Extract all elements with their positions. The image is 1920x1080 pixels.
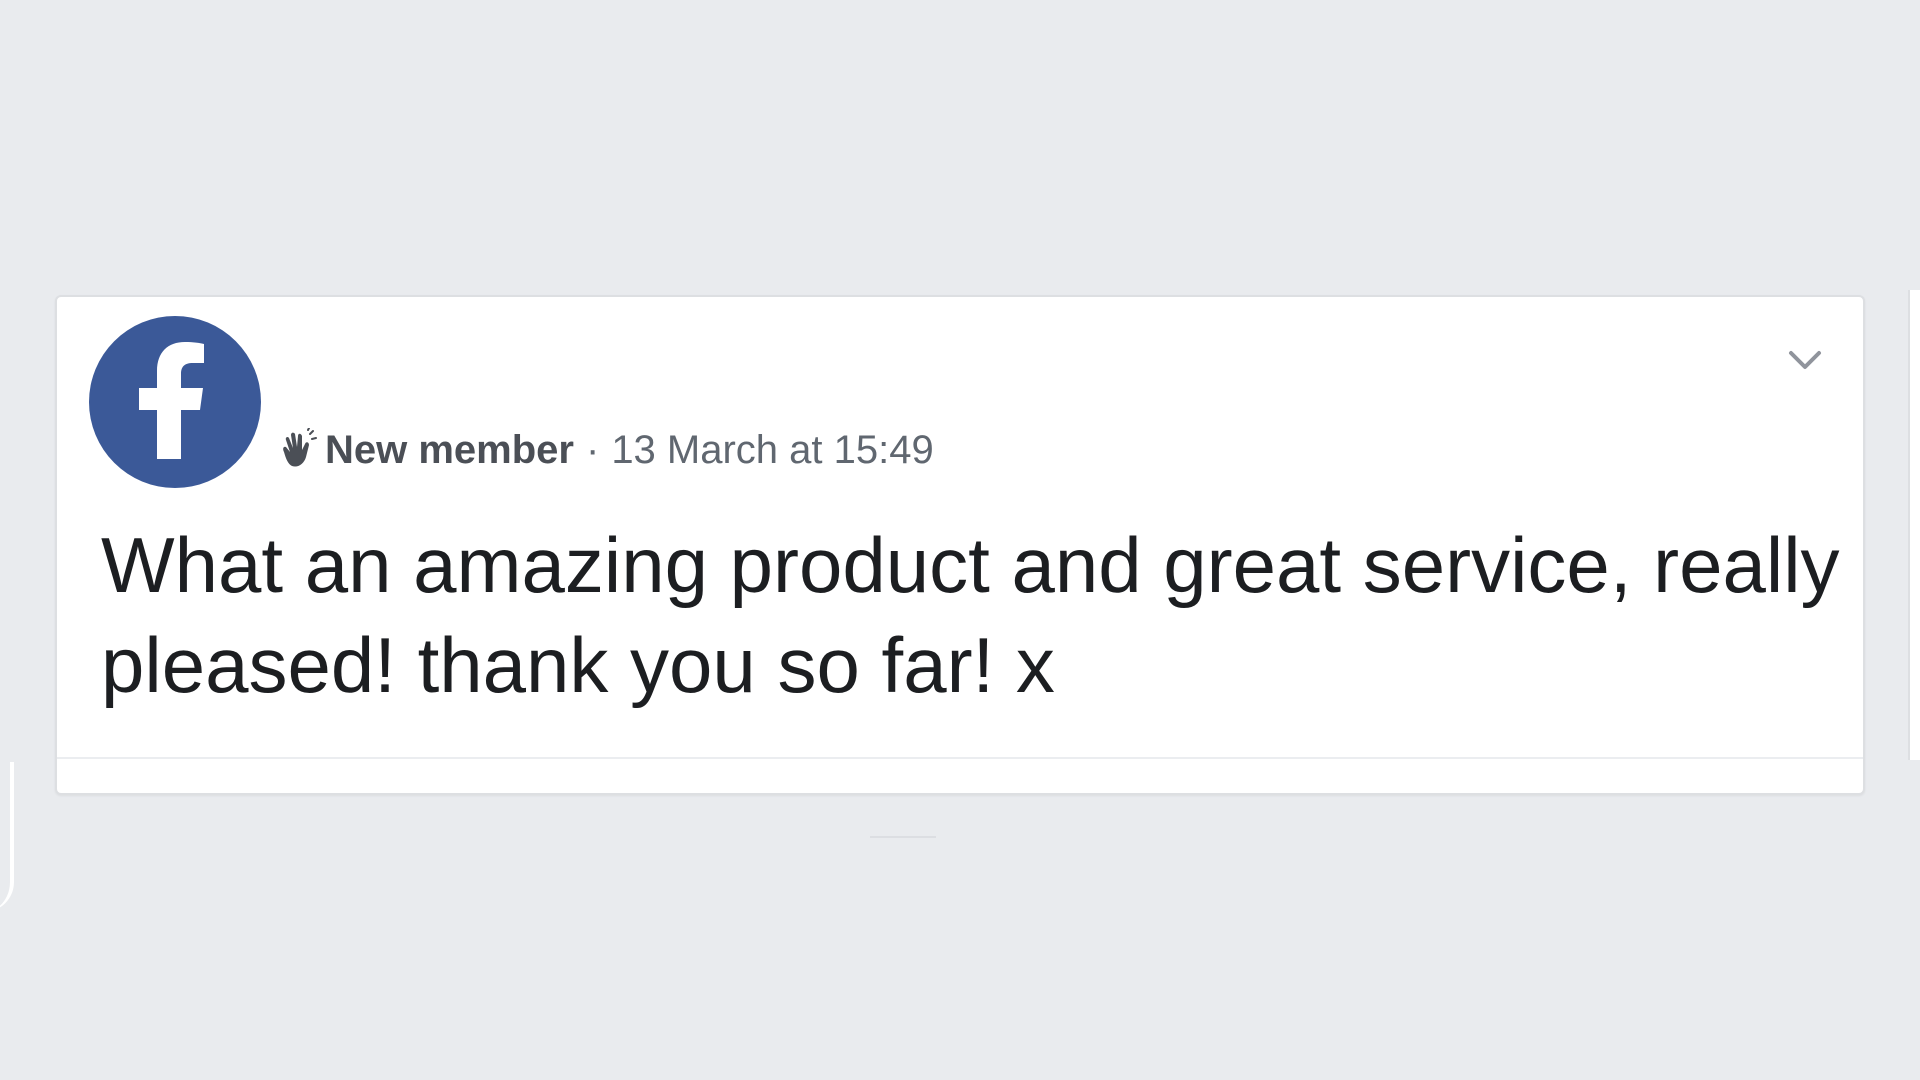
facebook-f-icon (139, 342, 204, 459)
chevron-down-icon[interactable] (1783, 345, 1827, 375)
facebook-logo-avatar[interactable] (89, 316, 261, 488)
post-card: New member · 13 March at 15:49 What an a… (55, 295, 1865, 795)
new-member-badge[interactable]: New member (325, 428, 574, 473)
wave-hand-icon (275, 427, 319, 472)
adjacent-panel-corner (0, 762, 14, 912)
post-footer (57, 757, 1863, 793)
meta-separator: · (585, 427, 600, 472)
divider (870, 836, 936, 838)
post-meta: New member · 13 March at 15:49 (275, 425, 934, 475)
post-timestamp[interactable]: 13 March at 15:49 (611, 428, 933, 473)
adjacent-panel-edge (1908, 290, 1920, 760)
post-text: What an amazing product and great servic… (101, 521, 1840, 709)
